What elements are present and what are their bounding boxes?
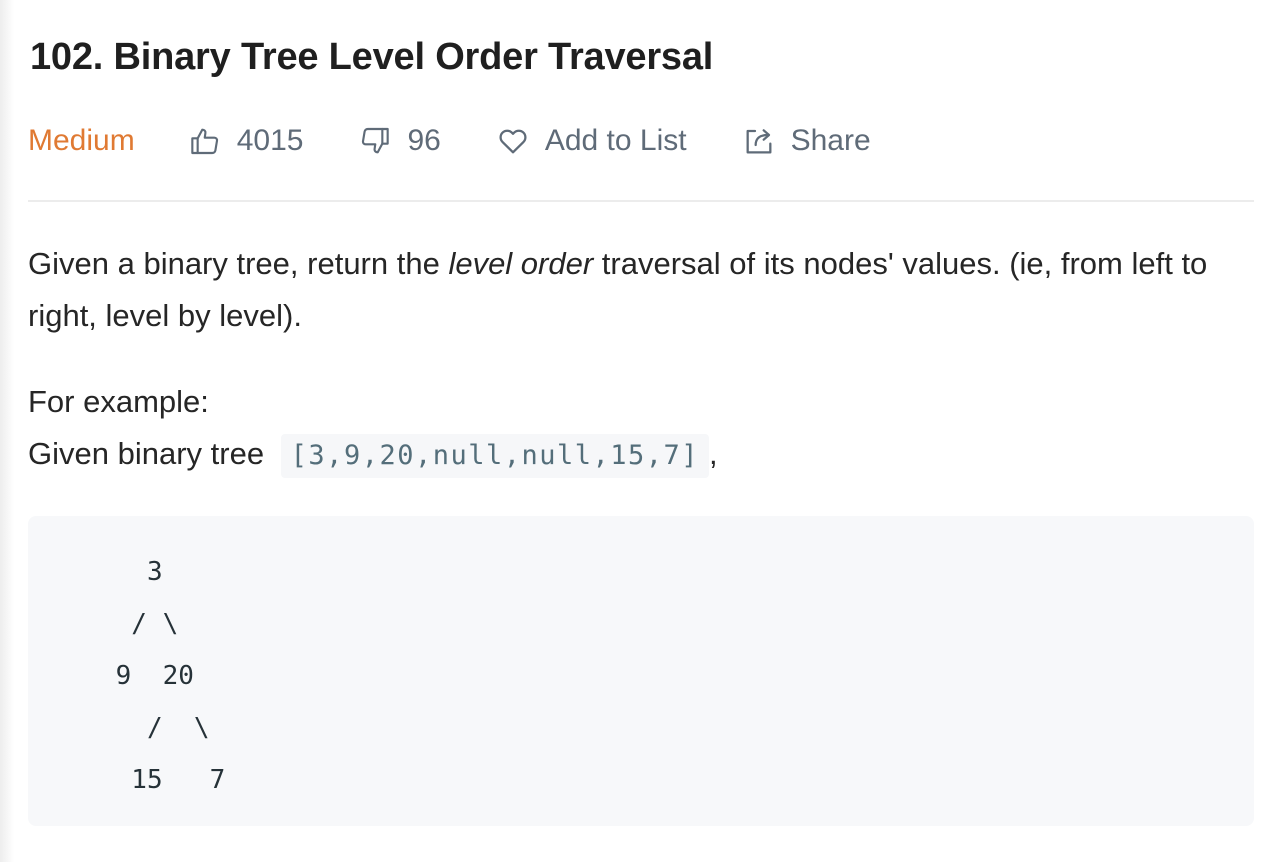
example-suffix: , [709, 436, 718, 471]
share-button[interactable]: Share [743, 124, 871, 158]
heart-icon [499, 129, 527, 154]
dislike-button[interactable]: 96 [359, 124, 441, 158]
header-divider [28, 200, 1254, 202]
problem-description: Given a binary tree, return the level or… [28, 238, 1228, 342]
add-to-list-button[interactable]: Add to List [497, 124, 687, 158]
like-count: 4015 [236, 124, 304, 157]
like-button[interactable]: 4015 [189, 124, 304, 158]
thumbs-down-icon [362, 127, 390, 154]
description-text: Given a binary tree, return the [28, 246, 449, 281]
left-edge-shadow [0, 0, 14, 862]
example-intro-line: Given binary tree [3,9,20,null,null,15,7… [28, 428, 718, 480]
problem-meta-bar: Medium 4015 96 Add to List Share [28, 118, 927, 164]
example-intro: Given binary tree [28, 436, 273, 471]
problem-title: 102. Binary Tree Level Order Traversal [30, 36, 714, 78]
tree-code-block: 3 / \ 9 20 / \ 15 7 [28, 516, 1254, 826]
share-label: Share [790, 124, 871, 157]
example-section: For example: Given binary tree [3,9,20,n… [28, 376, 718, 480]
dislike-count: 96 [407, 124, 441, 157]
share-icon [746, 129, 772, 154]
difficulty-label: Medium [28, 124, 135, 157]
add-to-list-label: Add to List [544, 124, 687, 157]
example-heading: For example: [28, 384, 209, 419]
thumbs-up-icon [190, 128, 218, 155]
tree-diagram: 3 / \ 9 20 / \ 15 7 [115, 557, 226, 795]
example-input-code: [3,9,20,null,null,15,7] [280, 433, 710, 478]
description-emphasis: level order [448, 246, 594, 281]
